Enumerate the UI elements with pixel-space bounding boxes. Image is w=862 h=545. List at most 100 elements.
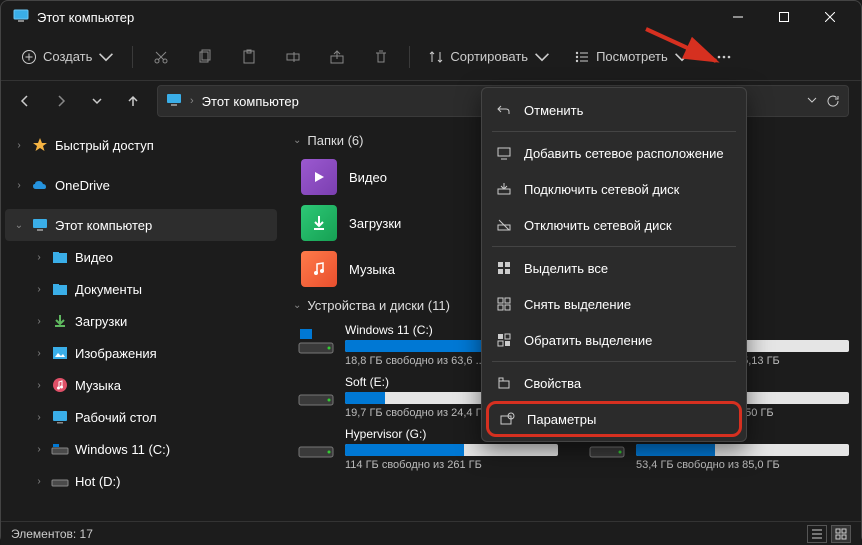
sidebar-item-pictures[interactable]: › Изображения	[5, 337, 277, 369]
drive-icon	[51, 472, 69, 490]
this-pc-icon	[13, 9, 29, 25]
chevron-right-icon: ›	[13, 180, 25, 191]
annotation-arrow	[641, 21, 741, 81]
sidebar-item-onedrive[interactable]: › OneDrive	[5, 169, 277, 201]
music-icon	[51, 376, 69, 394]
sidebar-item-downloads[interactable]: ›Загрузки	[5, 305, 277, 337]
ctx-label: Выделить все	[524, 261, 608, 276]
file-explorer-window: Этот компьютер Создать Сортировать П	[0, 0, 862, 544]
new-button[interactable]: Создать	[11, 39, 124, 75]
chevron-right-icon: ›	[190, 95, 194, 107]
sidebar-label: Windows 11 (C:)	[75, 442, 170, 457]
sidebar-item-music[interactable]: ›Музыка	[5, 369, 277, 401]
drive-icon	[297, 325, 335, 355]
sidebar-label: Документы	[75, 282, 142, 297]
folder-label: Видео	[349, 170, 387, 185]
drive-free-text: 114 ГБ свободно из 261 ГБ	[345, 459, 558, 471]
sort-button[interactable]: Сортировать	[418, 39, 560, 75]
scissors-icon	[153, 49, 169, 65]
rename-icon	[285, 49, 301, 65]
sidebar-item-quick-access[interactable]: › Быстрый доступ	[5, 129, 277, 161]
sidebar-item-drive-d[interactable]: ›Hot (D:)	[5, 465, 277, 497]
recent-dropdown[interactable]	[81, 85, 113, 117]
sidebar-item-this-pc[interactable]: ⌄ Этот компьютер	[5, 209, 277, 241]
ctx-label: Добавить сетевое расположение	[524, 146, 724, 161]
sidebar: › Быстрый доступ › OneDrive ⌄ Этот компь…	[1, 121, 281, 521]
ctx-item-select-all[interactable]: Выделить все	[486, 250, 742, 286]
sidebar-item-documents[interactable]: › Документы	[5, 273, 277, 305]
network-add-icon	[496, 145, 512, 161]
ctx-item-map-drive[interactable]: Подключить сетевой диск	[486, 171, 742, 207]
ctx-item-disconnect-drive[interactable]: Отключить сетевой диск	[486, 207, 742, 243]
chevron-right-icon: ›	[33, 252, 45, 263]
chevron-right-icon: ›	[33, 444, 45, 455]
folder-icon	[51, 248, 69, 266]
sidebar-label: Этот компьютер	[55, 218, 152, 233]
share-button[interactable]	[317, 39, 357, 75]
sidebar-item-drive-c[interactable]: › Windows 11 (C:)	[5, 433, 277, 465]
drive-icon	[297, 429, 335, 459]
rename-button[interactable]	[273, 39, 313, 75]
statusbar: Элементов: 17	[1, 521, 861, 545]
invert-selection-icon	[496, 332, 512, 348]
drive-icon	[51, 440, 69, 458]
copy-button[interactable]	[185, 39, 225, 75]
this-pc-icon	[166, 93, 182, 109]
chevron-down-icon	[98, 49, 114, 65]
ctx-label: Отключить сетевой диск	[524, 218, 672, 233]
select-all-icon	[496, 260, 512, 276]
up-button[interactable]	[117, 85, 149, 117]
separator	[492, 361, 736, 362]
sidebar-item-desktop[interactable]: ›Рабочий стол	[5, 401, 277, 433]
map-drive-icon	[496, 181, 512, 197]
sort-icon	[428, 49, 444, 65]
tiles-view-button[interactable]	[831, 525, 851, 543]
view-icon	[574, 49, 590, 65]
deselect-icon	[496, 296, 512, 312]
close-button[interactable]	[807, 1, 853, 33]
ctx-label: Свойства	[524, 376, 581, 391]
ctx-item-undo[interactable]: Отменить	[486, 92, 742, 128]
delete-button[interactable]	[361, 39, 401, 75]
video-folder-icon	[301, 159, 337, 195]
ctx-item-properties[interactable]: Свойства	[486, 365, 742, 401]
view-toggle	[807, 525, 851, 543]
separator	[409, 46, 410, 68]
disconnect-drive-icon	[496, 217, 512, 233]
chevron-down-icon: ⌄	[13, 220, 25, 231]
new-label: Создать	[43, 49, 92, 64]
titlebar-left: Этот компьютер	[9, 9, 134, 25]
chevron-right-icon: ›	[33, 348, 45, 359]
sort-label: Сортировать	[450, 49, 528, 64]
ctx-item-deselect[interactable]: Снять выделение	[486, 286, 742, 322]
sidebar-label: Изображения	[75, 346, 157, 361]
chevron-right-icon: ›	[33, 284, 45, 295]
drive-usage-bar	[636, 444, 849, 456]
ctx-item-invert-selection[interactable]: Обратить выделение	[486, 322, 742, 358]
download-icon	[51, 312, 69, 330]
maximize-button[interactable]	[761, 1, 807, 33]
sidebar-label: Музыка	[75, 378, 121, 393]
separator	[492, 131, 736, 132]
forward-button[interactable]	[45, 85, 77, 117]
refresh-icon[interactable]	[826, 94, 840, 108]
folders-header-label: Папки (6)	[307, 133, 363, 148]
sidebar-label: Hot (D:)	[75, 474, 121, 489]
paste-button[interactable]	[229, 39, 269, 75]
sidebar-label: Рабочий стол	[75, 410, 157, 425]
chevron-right-icon: ›	[33, 316, 45, 327]
trash-icon	[373, 49, 389, 65]
details-view-button[interactable]	[807, 525, 827, 543]
ctx-item-options[interactable]: Параметры	[486, 401, 742, 437]
chevron-down-icon[interactable]	[806, 94, 818, 106]
chevron-right-icon: ›	[13, 140, 25, 151]
ctx-item-add-network-loc[interactable]: Добавить сетевое расположение	[486, 135, 742, 171]
cut-button[interactable]	[141, 39, 181, 75]
options-icon	[499, 411, 515, 427]
star-icon	[31, 136, 49, 154]
music-folder-icon	[301, 251, 337, 287]
back-button[interactable]	[9, 85, 41, 117]
sidebar-item-videos[interactable]: ›Видео	[5, 241, 277, 273]
sidebar-label: OneDrive	[55, 178, 110, 193]
status-elements-count: Элементов: 17	[11, 527, 93, 541]
